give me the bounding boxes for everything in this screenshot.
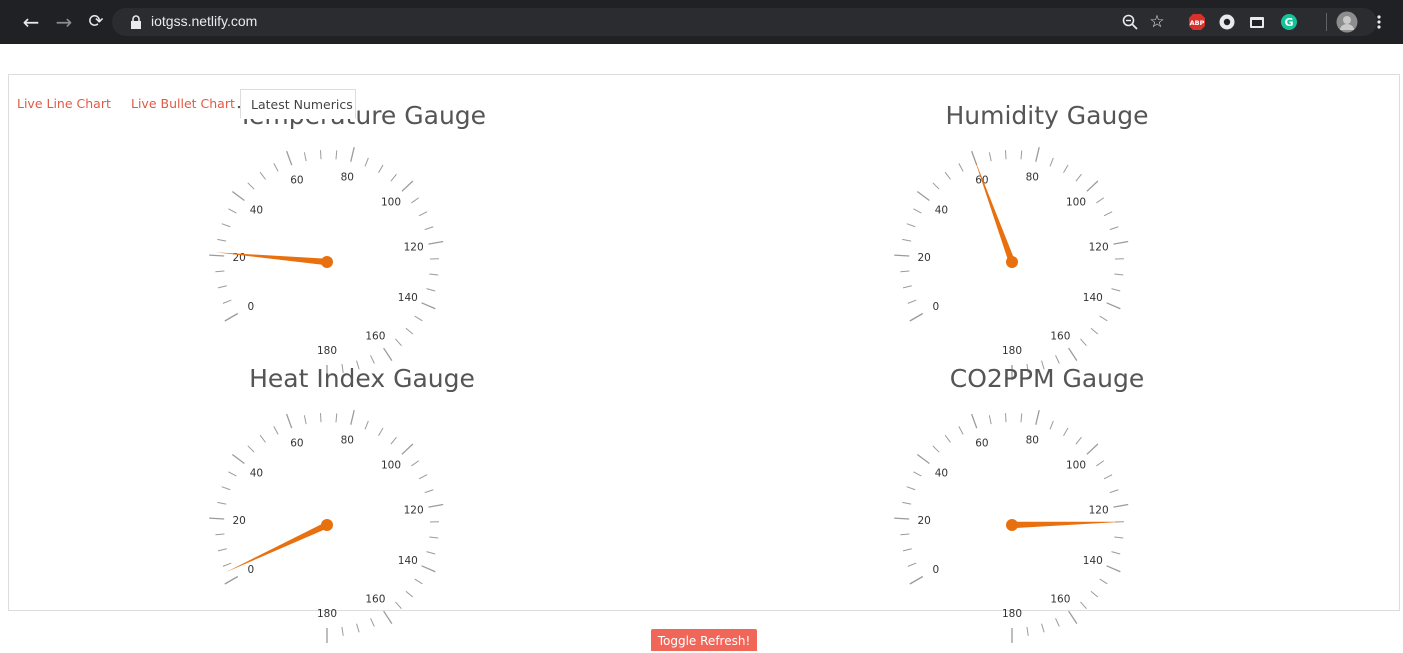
gauge-minor-tick [1064,428,1069,436]
gauge-minor-tick [900,534,909,535]
gauge-tick-label: 20 [917,515,930,527]
gauge-minor-tick [959,426,963,434]
gauge-minor-tick [945,435,950,442]
gauge-major-tick [1036,410,1039,425]
gauge-minor-tick [1080,602,1086,609]
gauge-major-tick [910,577,923,585]
gauge-minor-tick [1096,461,1103,466]
tab-latest-numerics[interactable]: Latest Numerics [240,89,356,119]
gauge-minor-tick [1114,537,1123,538]
gauge-major-tick [1107,566,1121,572]
gauge-tick-label: 120 [1089,505,1109,517]
gauge-minor-tick [902,502,911,504]
gauge-minor-tick [1100,579,1108,584]
gauge-major-tick [1113,505,1128,508]
gauge-tick-label: 80 [1026,434,1039,446]
gauge-needle [1012,522,1124,528]
gauge-minor-tick [907,487,915,490]
gauge-tick-label: 0 [932,564,939,576]
gauge-major-tick [972,414,977,428]
gauge-minor-tick [1050,421,1053,429]
gauge-minor-tick [1111,552,1120,554]
gauge-major-tick [1069,611,1077,624]
co2ppm-gauge: 0 20 40 60 80 100 120 140 160 180 [0,0,1403,651]
gauge-minor-tick [913,472,921,476]
gauge-minor-tick [1056,618,1060,626]
gauge-minor-tick [933,446,939,452]
gauge-minor-tick [903,549,912,551]
gauge-minor-tick [1027,627,1028,636]
gauge-major-tick [894,518,909,519]
gauge-needle-hub [1006,519,1018,531]
gauge-minor-tick [1091,591,1098,597]
gauge-minor-tick [1005,413,1006,422]
gauge-tick-label: 40 [935,467,948,479]
gauge-minor-tick [1021,413,1022,422]
gauge-major-tick [917,455,929,464]
gauge-minor-tick [1110,490,1119,493]
gauge-minor-tick [989,415,991,424]
gauge-tick-label: 160 [1050,594,1070,606]
gauge-minor-tick [1076,437,1082,444]
gauge-minor-tick [1042,624,1045,633]
gauge-tick-label: 180 [1002,608,1022,620]
gauge-major-tick [1087,444,1098,454]
gauge-tick-label: 60 [975,437,988,449]
toggle-refresh-button[interactable]: Toggle Refresh! [651,629,757,651]
gauge-minor-tick [908,563,916,566]
gauge-minor-tick [1104,475,1112,479]
gauge-tick-label: 140 [1083,555,1103,567]
gauge-tick-label: 100 [1066,460,1086,472]
